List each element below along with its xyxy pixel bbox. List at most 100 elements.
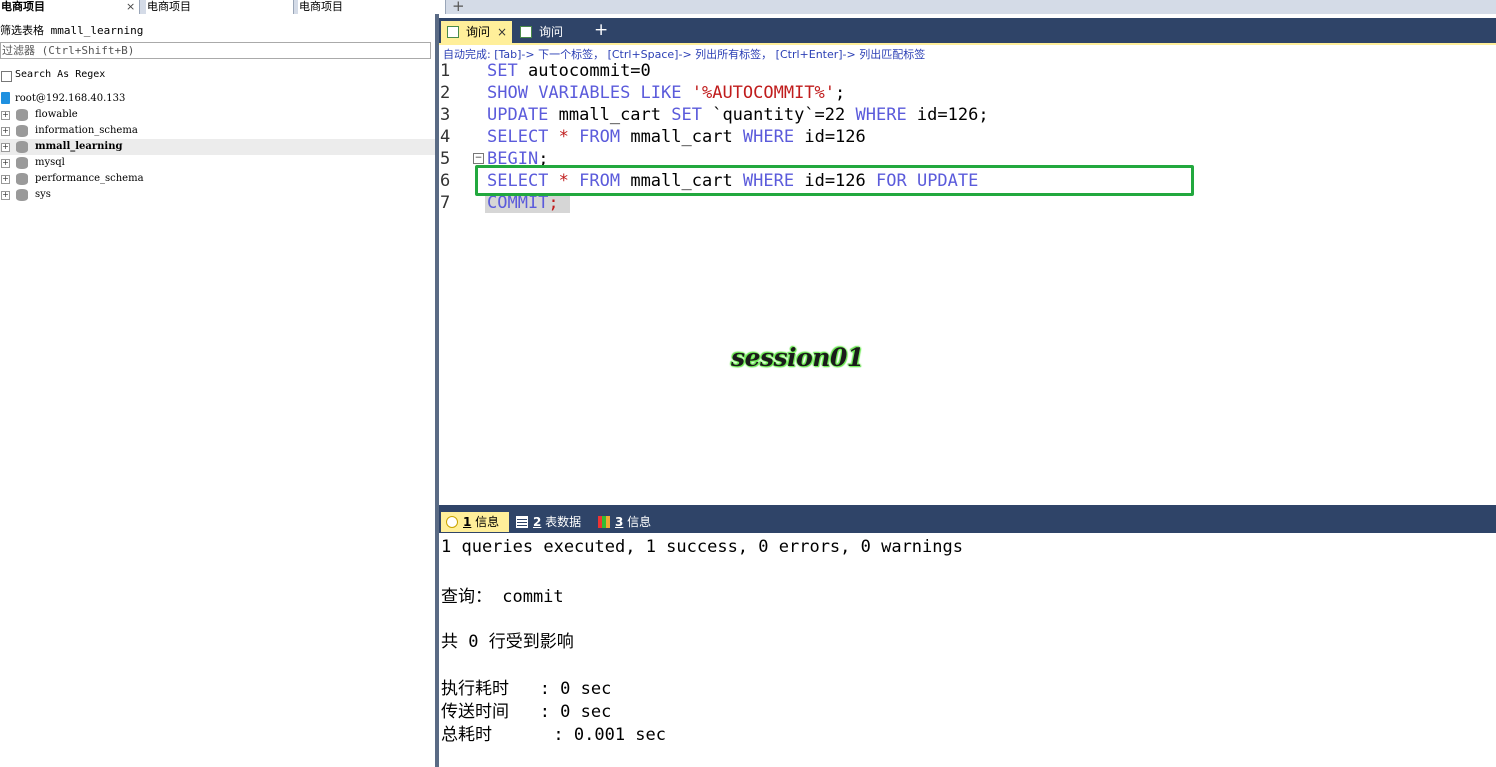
sql-keyword: SELECT [487,127,549,147]
add-connection-icon[interactable]: + [452,0,465,15]
close-icon[interactable]: × [497,21,507,43]
connection-tab-2[interactable]: 电商项目 [146,0,294,14]
chart-icon [598,516,610,528]
sql-text: ; [835,83,846,103]
sql-keyword: UPDATE [487,105,549,125]
connection-tab-label: 电商项目 [1,0,45,13]
filter-table-label: 筛选表格 mmall_learning [0,24,144,37]
sql-string: '%AUTOCOMMIT%' [681,83,836,103]
result-tab-label: 信息 [471,515,500,529]
result-affected-rows: 共 0 行受到影响 [441,632,574,652]
close-icon[interactable]: × [126,0,135,13]
line-number: 3 [440,105,451,125]
line-number: 2 [440,83,451,103]
sql-keyword: SHOW [487,83,528,103]
server-icon [1,92,10,104]
connection-tab-1[interactable]: 电商项目 [0,0,140,14]
sql-keyword: LIKE [630,83,682,103]
sql-operator: * [548,127,569,147]
info-icon [446,516,458,528]
sql-text: id=126 [906,105,979,125]
db-label: mysql [35,157,65,168]
result-query: 查询： commit [441,587,564,607]
database-icon [16,189,28,201]
result-summary: 1 queries executed, 1 success, 0 errors,… [441,537,963,557]
sql-text: ; [978,105,989,125]
line-number: 7 [440,193,451,213]
result-tab-label: 信息 [623,515,652,529]
connection-tab-label: 电商项目 [147,0,191,13]
db-node-flowable[interactable]: + flowable [0,107,435,123]
result-tab-label: 表数据 [541,515,582,529]
sql-text: mmall_cart [620,127,743,147]
expand-icon[interactable]: + [1,191,10,200]
line-number: 4 [440,127,451,147]
regex-checkbox[interactable] [1,71,12,82]
query-tab-2[interactable]: 询问 [514,21,586,43]
line-number: 6 [440,171,451,191]
sql-text: id=126 [794,127,866,147]
expand-icon[interactable]: + [1,175,10,184]
filter-input[interactable]: 过滤器 (Ctrl+Shift+B) [0,42,431,59]
connection-tab-3[interactable]: 电商项目 [298,0,446,14]
sql-text: `quantity`=22 [701,105,856,125]
sql-keyword: SET [671,105,702,125]
code-line-7[interactable]: COMMIT; [487,193,559,213]
sql-keyword: SET [487,61,518,81]
expand-icon[interactable]: + [1,111,10,120]
query-icon [447,26,459,38]
code-line-2[interactable]: SHOW VARIABLES LIKE '%AUTOCOMMIT%'; [487,83,845,103]
db-node-mmall-learning[interactable]: + mmall_learning [0,139,435,155]
database-icon [16,173,28,185]
sql-keyword: WHERE [742,127,795,147]
code-line-3[interactable]: UPDATE mmall_cart SET `quantity`=22 WHER… [487,105,989,125]
database-icon [16,141,28,153]
connection-tab-label: 电商项目 [299,0,343,13]
highlight-annotation-box [475,165,1194,196]
fold-icon[interactable]: − [473,153,484,164]
server-node[interactable]: root@192.168.40.133 [15,93,125,104]
expand-icon[interactable]: + [1,127,10,136]
sql-text: mmall_cart [548,105,672,125]
expand-icon[interactable]: + [1,143,10,152]
line-number: 5 [440,149,451,169]
result-transfer-time: 传送时间 : 0 sec [441,702,612,722]
line-number: 1 [440,61,451,81]
database-icon [16,109,28,121]
db-node-sys[interactable]: + sys [0,187,435,203]
result-tab-table-data[interactable]: 2 表数据 [511,512,591,532]
code-line-1[interactable]: SET autocommit=0 [487,61,651,81]
vertical-splitter[interactable] [435,14,439,767]
sql-keyword: COMMIT [487,193,549,213]
sql-text: autocommit=0 [517,61,651,81]
db-node-mysql[interactable]: + mysql [0,155,435,171]
db-node-performance-schema[interactable]: + performance_schema [0,171,435,187]
add-query-icon[interactable]: + [594,20,608,40]
db-label: sys [35,189,51,200]
db-node-information-schema[interactable]: + information_schema [0,123,435,139]
expand-icon[interactable]: + [1,159,10,168]
database-icon [16,125,28,137]
sql-keyword: WHERE [855,105,907,125]
result-tab-info-2[interactable]: 3 信息 [593,512,657,532]
query-tab-label: 询问 [466,25,491,39]
db-label: flowable [35,109,78,120]
result-total-time: 总耗时 : 0.001 sec [441,725,666,745]
grid-icon [516,516,528,528]
code-line-4[interactable]: SELECT * FROM mmall_cart WHERE id=126 [487,127,866,147]
query-icon [520,26,532,38]
regex-label: Search As Regex [15,69,106,80]
session-annotation: session01 [731,343,864,372]
tab-underline [439,43,1496,45]
autocomplete-hint: 自动完成: [Tab]-> 下一个标签， [Ctrl+Space]-> 列出所有… [443,48,926,61]
result-exec-time: 执行耗时 : 0 sec [441,679,612,699]
sql-keyword: VARIABLES [527,83,631,103]
db-label: mmall_learning [35,141,123,152]
result-tab-info[interactable]: 1 信息 [441,512,509,532]
database-icon [16,157,28,169]
sql-keyword: FROM [568,127,621,147]
query-tab-label: 询问 [539,25,564,39]
query-tab-1[interactable]: 询问 × [441,21,512,43]
sql-operator: ; [548,193,559,213]
db-label: information_schema [35,125,138,136]
